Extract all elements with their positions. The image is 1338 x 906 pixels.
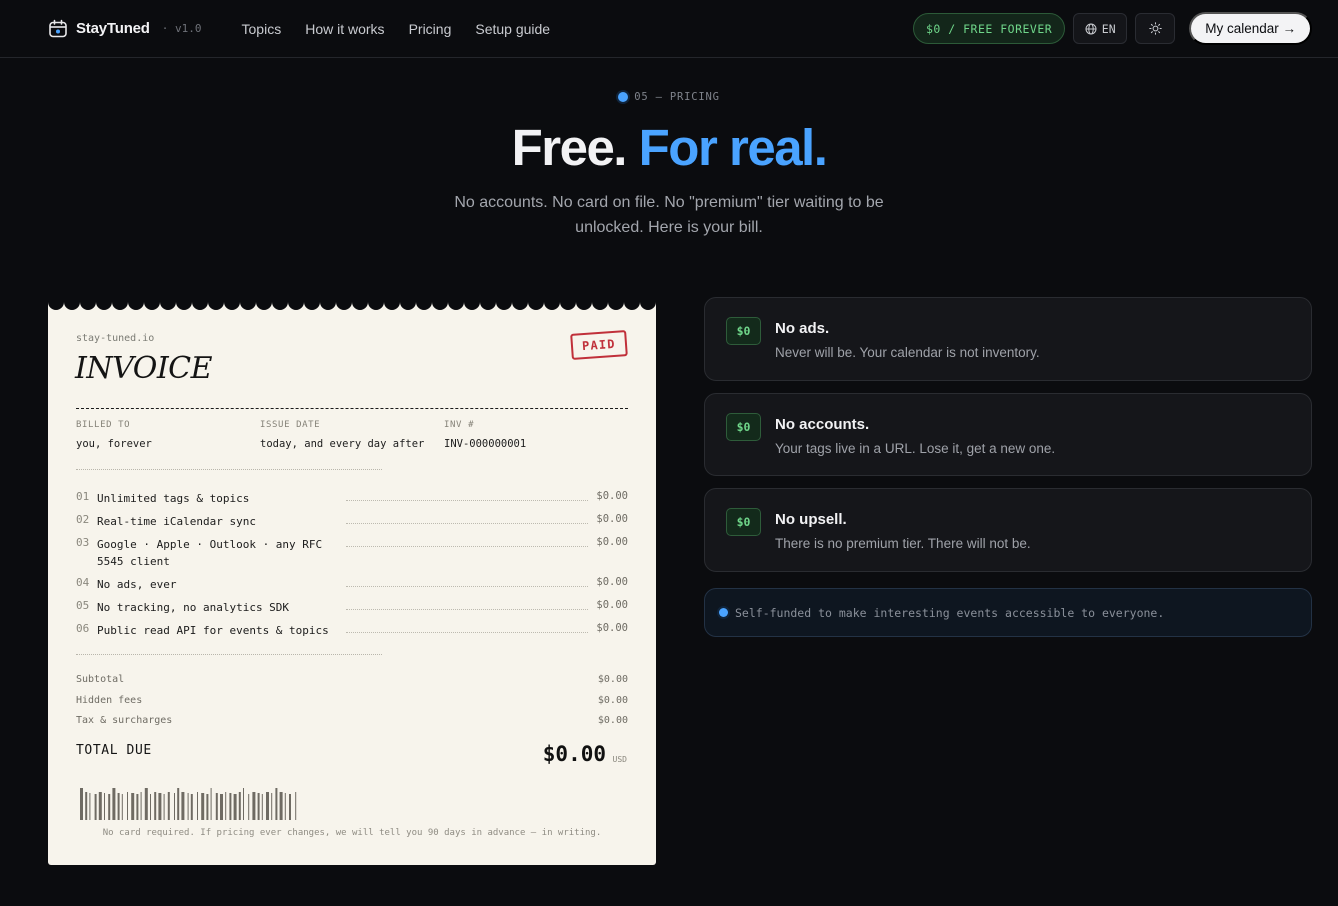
nav-link-setup-guide[interactable]: Setup guide [475, 21, 550, 37]
line-item-name: Public read API for events & topics [97, 624, 329, 637]
invoice-divider [76, 408, 628, 409]
note-text: Self-funded to make interesting events a… [735, 605, 1165, 620]
line-item-leader [346, 586, 588, 587]
line-item-name: Unlimited tags & topics [97, 492, 250, 505]
brand-version: · v1.0 [161, 22, 202, 35]
feature-title: No upsell. [775, 511, 847, 528]
line-item-name: Real-time iCalendar sync [97, 515, 256, 528]
line-item-amount: $0.00 [596, 490, 628, 502]
feature-card-no-accounts: $0 No accounts. Your tags live in a URL.… [704, 393, 1312, 476]
meta-value-billed-to: you, forever [76, 438, 152, 450]
line-item-name: Google · Apple · Outlook · any RFC 5545 … [97, 538, 323, 568]
barcode-icon [80, 788, 297, 820]
summary-label: Hidden fees [76, 695, 143, 706]
line-item-number: 05 [76, 599, 90, 612]
brand-name: StayTuned [76, 20, 150, 37]
line-item-leader [346, 609, 588, 610]
my-calendar-button[interactable]: My calendar → [1189, 12, 1312, 45]
top-nav: StayTuned · v1.0 Topics How it works Pri… [0, 0, 1338, 58]
eyebrow-dot-icon [618, 92, 629, 102]
invoice-title: INVOICE [75, 351, 213, 386]
total-due-currency: USD [612, 755, 627, 764]
nav-link-pricing[interactable]: Pricing [409, 21, 452, 37]
line-item-leader [346, 523, 588, 524]
line-item-leader [346, 546, 588, 547]
summary-row-tax: Tax & surcharges $0.00 [76, 715, 628, 726]
invoice-receipt: stay-tuned.io INVOICE PAID BILLED TO you… [48, 296, 656, 865]
feature-title: No ads. [775, 320, 830, 337]
note-dot-icon [719, 608, 728, 617]
feature-card-no-upsell: $0 No upsell. There is no premium tier. … [704, 488, 1312, 572]
nav-link-how-it-works[interactable]: How it works [305, 21, 384, 37]
feature-description: Never will be. Your calendar is not inve… [775, 345, 1040, 360]
total-due-value: $0.00 [542, 742, 606, 766]
line-item-number: 04 [76, 576, 90, 589]
nav-actions: $0 / FREE FOREVER EN My calendar → [913, 12, 1312, 45]
invoice-footer-note: No card required. If pricing ever change… [102, 828, 602, 838]
line-item-name: No tracking, no analytics SDK [97, 601, 290, 614]
summary-label: Subtotal [76, 674, 125, 685]
meta-value-issue-date: today, and every day after [260, 438, 425, 450]
receipt-scallop-edge [48, 296, 656, 310]
line-item-number: 01 [76, 490, 90, 503]
summary-amount: $0.00 [597, 715, 628, 726]
line-item-amount: $0.00 [596, 536, 628, 548]
paid-stamp: PAID [570, 330, 628, 360]
section-eyebrow: 05 — PRICING [0, 91, 1338, 103]
nav-link-topics[interactable]: Topics [242, 21, 282, 37]
globe-icon [1085, 23, 1097, 34]
eyebrow-label: 05 — PRICING [634, 91, 720, 103]
summary-amount: $0.00 [597, 674, 628, 685]
line-item-number: 03 [76, 536, 90, 549]
title-part-for-real: For real. [638, 119, 828, 176]
meta-label-billed-to: BILLED TO [76, 420, 131, 430]
summary-amount: $0.00 [597, 695, 628, 706]
title-part-free: Free. [511, 119, 628, 176]
summary-label: Tax & surcharges [76, 715, 173, 726]
summary-row-hidden-fees: Hidden fees $0.00 [76, 695, 628, 706]
line-item-number: 06 [76, 622, 90, 635]
line-item-amount: $0.00 [596, 599, 628, 611]
line-item-number: 02 [76, 513, 90, 526]
line-item-amount: $0.00 [596, 513, 628, 525]
feature-description: There is no premium tier. There will not… [775, 536, 1031, 551]
meta-value-invoice-number: INV-000000001 [444, 438, 527, 450]
meta-label-invoice-number: INV # [444, 420, 475, 430]
line-item-amount: $0.00 [596, 622, 628, 634]
feature-card-no-ads: $0 No ads. Never will be. Your calendar … [704, 297, 1312, 381]
language-label: EN [1101, 21, 1116, 36]
page-subtitle: No accounts. No card on file. No "premiu… [454, 194, 884, 236]
calendar-icon [49, 19, 67, 37]
free-forever-pill: $0 / FREE FOREVER [913, 13, 1066, 44]
summary-row-subtotal: Subtotal $0.00 [76, 674, 628, 685]
line-item-name: No ads, ever [97, 578, 177, 591]
price-badge: $0 [726, 413, 761, 441]
line-item-leader [346, 632, 588, 633]
brand-logo[interactable]: StayTuned · v1.0 [48, 19, 202, 39]
sun-icon [1148, 22, 1162, 35]
theme-toggle-button[interactable] [1135, 13, 1176, 44]
line-item-leader [346, 500, 588, 501]
dotted-divider [76, 469, 382, 470]
dotted-divider [76, 654, 382, 655]
page-title: Free. For real. [0, 118, 1338, 177]
nav-links: Topics How it works Pricing Setup guide [242, 21, 551, 37]
price-badge: $0 [726, 317, 761, 345]
price-badge: $0 [726, 508, 761, 536]
line-item-amount: $0.00 [596, 576, 628, 588]
language-button[interactable]: EN [1073, 13, 1128, 44]
feature-description: Your tags live in a URL. Lose it, get a … [775, 441, 1056, 456]
self-funded-note: Self-funded to make interesting events a… [704, 588, 1312, 637]
invoice-domain: stay-tuned.io [76, 333, 155, 344]
feature-title: No accounts. [775, 416, 870, 433]
meta-label-issue-date: ISSUE DATE [260, 420, 321, 430]
total-due-label: TOTAL DUE [76, 743, 152, 758]
